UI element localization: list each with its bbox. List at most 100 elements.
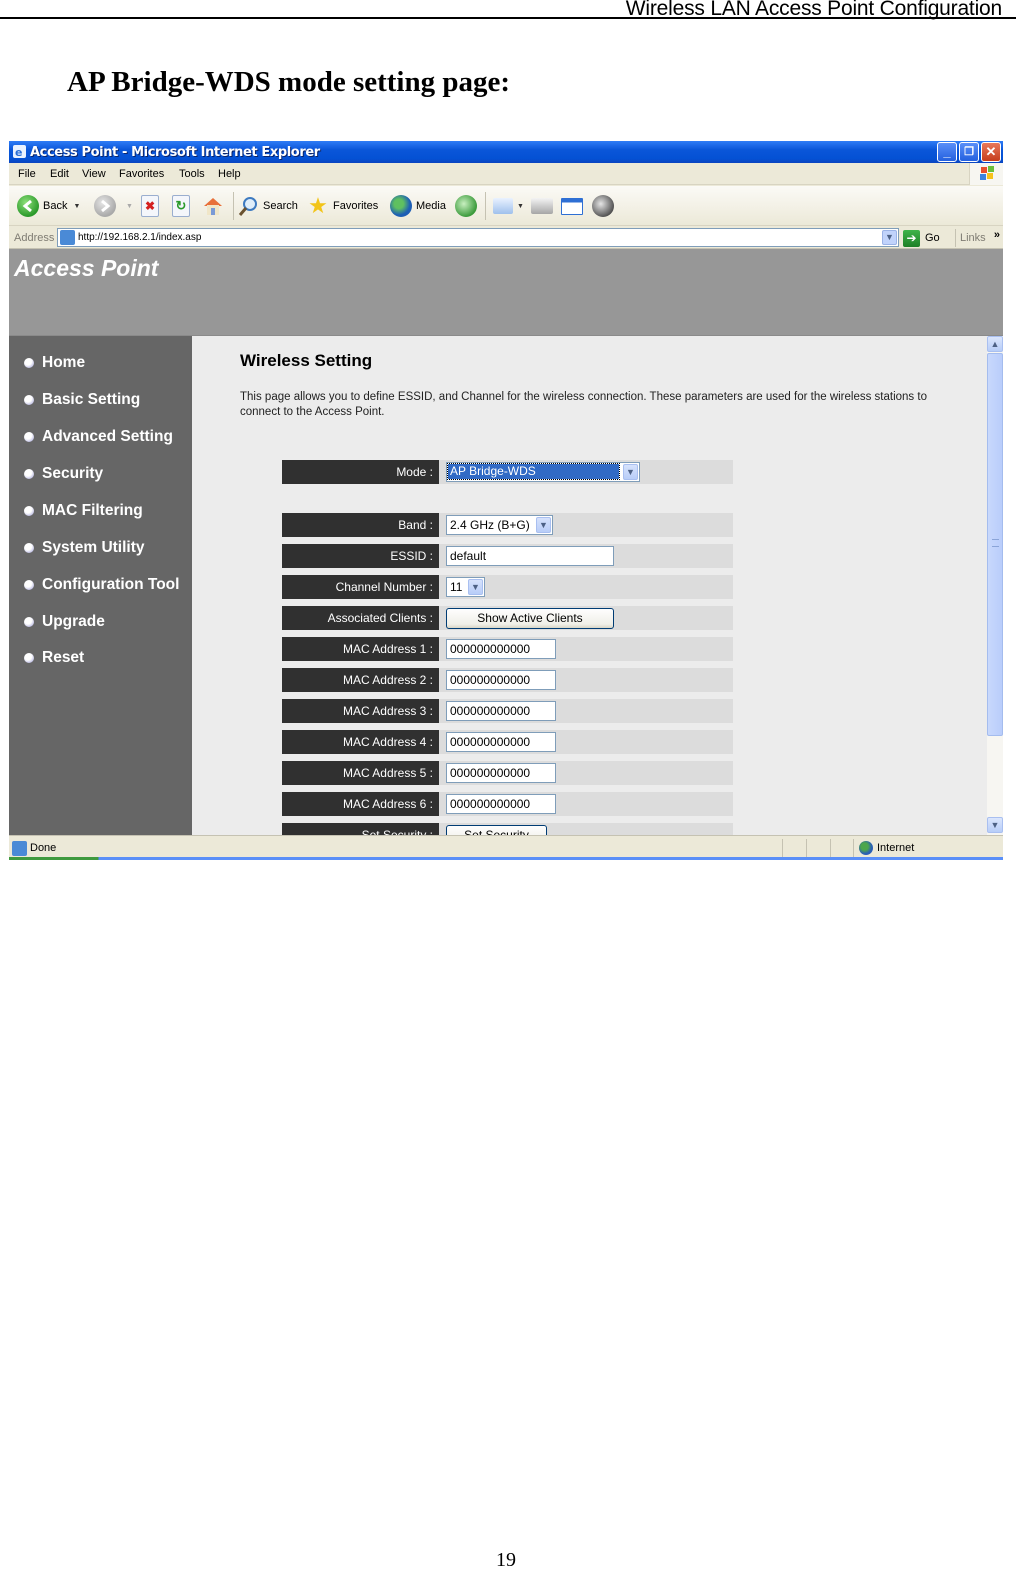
content-area: Wireless Setting This page allows you to… bbox=[192, 336, 987, 835]
nav-home[interactable]: Home bbox=[24, 354, 85, 372]
nav-basic-setting[interactable]: Basic Setting bbox=[24, 391, 140, 409]
mode-value: AP Bridge-WDS bbox=[447, 463, 620, 480]
svg-text:e: e bbox=[15, 146, 22, 159]
form-row-mac-address: MAC Address 4 : 000000000000 bbox=[282, 730, 733, 754]
nav-system-utility[interactable]: System Utility bbox=[24, 539, 145, 557]
status-divider bbox=[830, 839, 831, 857]
home-button[interactable] bbox=[202, 194, 228, 218]
menu-view[interactable]: View bbox=[82, 168, 106, 180]
status-bar: Done Internet bbox=[9, 835, 1003, 860]
menu-tools[interactable]: Tools bbox=[179, 168, 205, 180]
media-globe-icon bbox=[390, 195, 412, 217]
document-header-title: Wireless LAN Access Point Configuration bbox=[625, 0, 1002, 20]
essid-input[interactable]: default bbox=[446, 546, 614, 566]
go-button[interactable]: ➔ Go bbox=[903, 229, 940, 247]
mac-address-label: MAC Address 2 : bbox=[282, 668, 439, 692]
chevron-right-icon: » bbox=[993, 229, 1000, 241]
stop-button[interactable]: ✖ bbox=[141, 194, 163, 218]
page-title: Wireless Setting bbox=[240, 351, 373, 370]
mac-address-input[interactable]: 000000000000 bbox=[446, 732, 556, 752]
search-button[interactable]: Search bbox=[237, 194, 298, 218]
minimize-button[interactable]: _ bbox=[937, 142, 957, 162]
refresh-button[interactable]: ↻ bbox=[172, 194, 194, 218]
mac-address-input[interactable]: 000000000000 bbox=[446, 639, 556, 659]
scroll-down-icon[interactable]: ▼ bbox=[987, 817, 1003, 833]
mac-address-input[interactable]: 000000000000 bbox=[446, 670, 556, 690]
search-label: Search bbox=[263, 200, 298, 212]
address-dropdown-icon[interactable]: ▼ bbox=[882, 230, 897, 245]
banner: Access Point bbox=[9, 249, 1003, 336]
nav-label: Advanced Setting bbox=[42, 428, 173, 445]
minimize-icon: _ bbox=[943, 144, 951, 159]
mac-address-input[interactable]: 000000000000 bbox=[446, 794, 556, 814]
set-security-button[interactable]: Set Security bbox=[446, 825, 547, 835]
browser-window: e Access Point - Microsoft Internet Expl… bbox=[9, 141, 1003, 860]
close-icon: ✕ bbox=[985, 144, 997, 159]
show-active-clients-button[interactable]: Show Active Clients bbox=[446, 608, 614, 629]
mac-address-label: MAC Address 1 : bbox=[282, 637, 439, 661]
chevron-down-icon: ▼ bbox=[623, 464, 638, 480]
forward-dropdown-icon[interactable]: ▼ bbox=[126, 203, 133, 210]
media-button[interactable]: Media bbox=[390, 194, 446, 218]
media-label: Media bbox=[416, 200, 446, 212]
menu-help[interactable]: Help bbox=[218, 168, 241, 180]
scroll-up-icon[interactable]: ▲ bbox=[987, 336, 1003, 352]
history-button[interactable] bbox=[455, 194, 481, 218]
address-input[interactable]: http://192.168.2.1/index.asp ▼ bbox=[57, 228, 899, 247]
favorites-star-icon: ★ bbox=[308, 193, 328, 218]
bullet-icon bbox=[24, 469, 34, 479]
mac-address-input[interactable]: 000000000000 bbox=[446, 763, 556, 783]
channel-value: 11 bbox=[450, 580, 463, 594]
mac-address-input[interactable]: 000000000000 bbox=[446, 701, 556, 721]
set-security-label: Set Security : bbox=[282, 823, 439, 835]
bullet-icon bbox=[24, 580, 34, 590]
nav-security[interactable]: Security bbox=[24, 465, 103, 483]
close-button[interactable]: ✕ bbox=[981, 142, 1001, 162]
toolbar-separator bbox=[485, 192, 486, 220]
edit-button[interactable] bbox=[561, 194, 587, 218]
mode-select[interactable]: AP Bridge-WDS ▼ bbox=[446, 462, 640, 482]
nav-upgrade[interactable]: Upgrade bbox=[24, 613, 105, 631]
title-bar[interactable]: e Access Point - Microsoft Internet Expl… bbox=[9, 141, 1003, 163]
back-button[interactable]: Back ▼ bbox=[17, 194, 80, 218]
chevron-down-icon: ▼ bbox=[468, 579, 483, 595]
vertical-scrollbar[interactable]: ▲ ▼ bbox=[987, 336, 1003, 835]
toolbar-separator bbox=[233, 192, 234, 220]
menu-favorites[interactable]: Favorites bbox=[119, 168, 164, 180]
messenger-button[interactable] bbox=[592, 194, 618, 218]
address-bar: Address http://192.168.2.1/index.asp ▼ ➔… bbox=[9, 227, 1003, 249]
menu-file[interactable]: File bbox=[18, 168, 36, 180]
chevron-down-icon: ▼ bbox=[536, 517, 551, 533]
nav-label: System Utility bbox=[42, 539, 145, 556]
forward-button[interactable]: ▼ bbox=[94, 194, 133, 218]
menu-edit[interactable]: Edit bbox=[50, 168, 69, 180]
nav-label: Configuration Tool bbox=[42, 576, 180, 593]
nav-configuration-tool[interactable]: Configuration Tool bbox=[24, 576, 179, 594]
refresh-icon: ↻ bbox=[172, 195, 190, 217]
mail-button[interactable]: ▼ bbox=[493, 194, 524, 218]
channel-label: Channel Number : bbox=[282, 575, 439, 599]
scrollbar-thumb[interactable] bbox=[987, 353, 1003, 736]
taskbar-strip bbox=[9, 857, 1003, 860]
history-icon bbox=[455, 195, 477, 217]
channel-select[interactable]: 11 ▼ bbox=[446, 577, 485, 597]
form-row-mode: Mode : AP Bridge-WDS ▼ bbox=[282, 460, 733, 484]
form-row-mac-address: MAC Address 1 : 000000000000 bbox=[282, 637, 733, 661]
restore-button[interactable]: ❐ bbox=[959, 142, 979, 162]
status-divider bbox=[806, 839, 807, 857]
favorites-button[interactable]: ★ Favorites bbox=[307, 194, 378, 218]
bullet-icon bbox=[24, 358, 34, 368]
form-row-associated-clients: Associated Clients : Show Active Clients bbox=[282, 606, 733, 630]
mail-dropdown-icon[interactable]: ▼ bbox=[517, 203, 524, 210]
form-row-mac-address: MAC Address 2 : 000000000000 bbox=[282, 668, 733, 692]
band-select[interactable]: 2.4 GHz (B+G) ▼ bbox=[446, 515, 553, 535]
address-url: http://192.168.2.1/index.asp bbox=[78, 232, 202, 243]
page-done-icon bbox=[12, 841, 27, 856]
print-button[interactable] bbox=[531, 194, 557, 218]
links-button[interactable]: Links » bbox=[955, 229, 1003, 247]
nav-advanced-setting[interactable]: Advanced Setting bbox=[24, 428, 173, 446]
back-dropdown-icon[interactable]: ▼ bbox=[73, 203, 80, 210]
form-row-mac-address: MAC Address 3 : 000000000000 bbox=[282, 699, 733, 723]
nav-reset[interactable]: Reset bbox=[24, 649, 84, 667]
nav-mac-filtering[interactable]: MAC Filtering bbox=[24, 502, 143, 520]
